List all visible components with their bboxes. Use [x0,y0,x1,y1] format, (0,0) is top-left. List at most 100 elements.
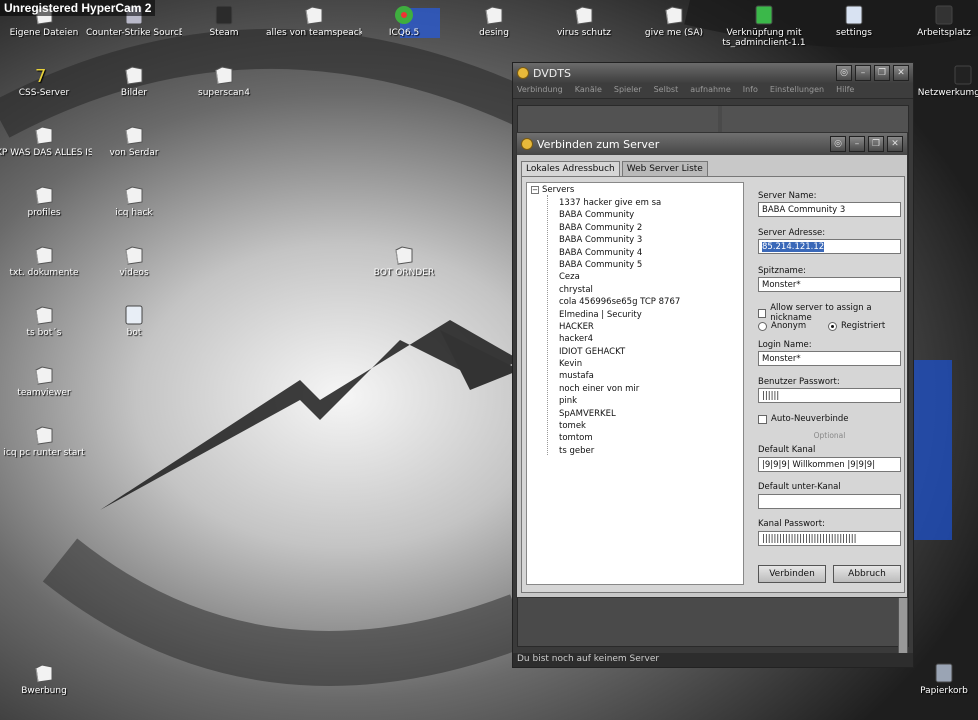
menu-item[interactable]: aufnahme [690,85,731,96]
server-list-item[interactable]: BABA Community 4 [559,247,680,259]
default-subchannel-input[interactable] [758,494,901,509]
desktop-icon[interactable]: desing [446,4,542,38]
menu-item[interactable]: Spieler [614,85,642,96]
desktop-icon[interactable]: ICQ6.5 [356,4,452,38]
dialog-maximize-button[interactable]: ❐ [868,136,884,152]
desktop-icon[interactable]: teamviewer [0,364,92,398]
desktop-icon-label: alles von teamspeack [266,28,362,38]
radio-registered[interactable] [828,321,837,331]
desktop-icon[interactable]: ts bot´s [0,304,92,338]
tree-root[interactable]: − Servers [531,185,574,195]
server-list-item[interactable]: chrystal [559,284,680,296]
checkbox-box[interactable] [758,308,767,318]
menu-item[interactable]: Einstellungen [770,85,824,96]
server-list-item[interactable]: mustafa [559,370,680,382]
desktop-icon-label: Bilder [120,88,148,98]
menu-item[interactable]: Info [743,85,758,96]
password-input[interactable]: |||||| [758,388,901,403]
server-list-item[interactable]: SpAMVERKEL [559,408,680,420]
dvdts-titlebar[interactable]: DVDTS ◎ – ❐ ✕ [513,63,913,83]
menu-item[interactable]: Hilfe [836,85,854,96]
dialog-titlebar[interactable]: Verbinden zum Server ◎ – ❐ ✕ [517,133,907,155]
tab-local-addressbook[interactable]: Lokales Adressbuch [521,161,620,176]
desktop-icon[interactable]: txt. dokumente [0,244,92,278]
channel-password-input[interactable]: ||||||||||||||||||||||||||||||||| [758,531,901,546]
server-tree[interactable]: − Servers 1337 hacker give em sa BABA Comm… [526,182,744,585]
desktop-icon[interactable]: BOT ORNDER [356,244,452,278]
desktop-icon[interactable]: profiles [0,184,92,218]
desktop-icon[interactable]: icq pc runter start [0,424,92,458]
folder-icon [123,124,145,146]
server-list-item[interactable]: tomek [559,420,680,432]
desktop-icon[interactable]: Netzwerkumgebung [915,64,978,98]
dialog-help-button[interactable]: ◎ [830,136,846,152]
autoreconnect-checkbox[interactable]: Auto-Neuverbinde [758,414,848,424]
server-name-input[interactable]: BABA Community 3 [758,202,901,217]
registered-radio[interactable]: Registriert [828,321,885,331]
desktop-icon[interactable]: Bilder [86,64,182,98]
dialog-close-button[interactable]: ✕ [887,136,903,152]
server-list-item[interactable]: BABA Community 3 [559,234,680,246]
server-list-item[interactable]: cola 456996se65g TCP 8767 [559,296,680,308]
close-button[interactable]: ✕ [893,65,909,81]
default-channel-input[interactable]: |9|9|9| Willkommen |9|9|9| [758,457,901,472]
menu-item[interactable]: Selbst [654,85,679,96]
help-button[interactable]: ◎ [836,65,852,81]
desktop-icon-label: teamviewer [17,388,71,398]
folder-icon [33,244,55,266]
server-list-item[interactable]: BABA Community 5 [559,259,680,271]
folder-icon [393,244,415,266]
desktop-icon[interactable]: Verknüpfung mit ts_adminclient-1.1 [716,4,812,48]
nickname-input[interactable]: Monster* [758,277,901,292]
folder-icon [33,124,55,146]
server-list-item[interactable]: BABA Community [559,209,680,221]
checkbox-box[interactable] [758,414,767,424]
vertical-scrollbar[interactable] [898,596,908,656]
desktop-icon[interactable]: KP WAS DAS ALLES IST [0,124,92,158]
server-address-input[interactable]: 85.214.121.12 [758,239,901,254]
menubar: Verbindung Kanäle Spieler Selbst aufnahme Inf… [513,83,913,99]
desktop-icon[interactable]: Arbeitsplatz [896,4,978,38]
desktop-icon[interactable]: give me (SA) [626,4,722,38]
desktop-icon[interactable]: von Serdar [86,124,182,158]
server-list-item[interactable]: Elmedina | Security [559,309,680,321]
settings-icon [843,4,865,26]
server-list-item[interactable]: BABA Community 2 [559,222,680,234]
desktop-icon[interactable]: virus schutz [536,4,632,38]
connect-button[interactable]: Verbinden [758,565,826,583]
menu-item[interactable]: Verbindung [517,85,563,96]
radio-anonym[interactable] [758,321,767,331]
desktop-icon[interactable]: superscan4 [176,64,272,98]
desktop-icon[interactable]: 7 CSS-Server [0,64,92,98]
minimize-button[interactable]: – [855,65,871,81]
server-list-item[interactable]: Kevin [559,358,680,370]
server-list-item[interactable]: noch einer von mir [559,383,680,395]
login-input[interactable]: Monster* [758,351,901,366]
allow-nickname-checkbox[interactable]: Allow server to assign a nickname [758,303,900,323]
maximize-button[interactable]: ❐ [874,65,890,81]
cancel-button[interactable]: Abbruch [833,565,901,583]
dialog-minimize-button[interactable]: – [849,136,865,152]
server-list-item[interactable]: IDIOT GEHACKT [559,346,680,358]
server-list-item[interactable]: hacker4 [559,333,680,345]
server-list-item[interactable]: Ceza [559,271,680,283]
desktop-icon[interactable]: icq hack [86,184,182,218]
desktop-icon[interactable]: alles von teamspeack [266,4,362,38]
tab-web-server-list[interactable]: Web Server Liste [621,161,708,176]
desktop-icon[interactable]: Bwerbung [0,662,92,696]
desktop-icon[interactable]: settings [806,4,902,38]
desktop-icon[interactable]: videos [86,244,182,278]
app-icon [517,67,529,79]
desktop-icon[interactable]: Steam [176,4,272,38]
server-list-item[interactable]: ts geber [559,445,680,457]
desktop-icon-label: Counter-Strike SourcE [86,28,182,38]
server-list-item[interactable]: tomtom [559,432,680,444]
optional-divider: Optional [813,431,846,440]
server-list-item[interactable]: HACKER [559,321,680,333]
anonym-radio[interactable]: Anonym [758,321,806,331]
server-list-item[interactable]: pink [559,395,680,407]
collapse-icon[interactable]: − [531,186,539,194]
server-list-item[interactable]: 1337 hacker give em sa [559,197,680,209]
menu-item[interactable]: Kanäle [575,85,602,96]
desktop-icon[interactable]: bot [86,304,182,338]
